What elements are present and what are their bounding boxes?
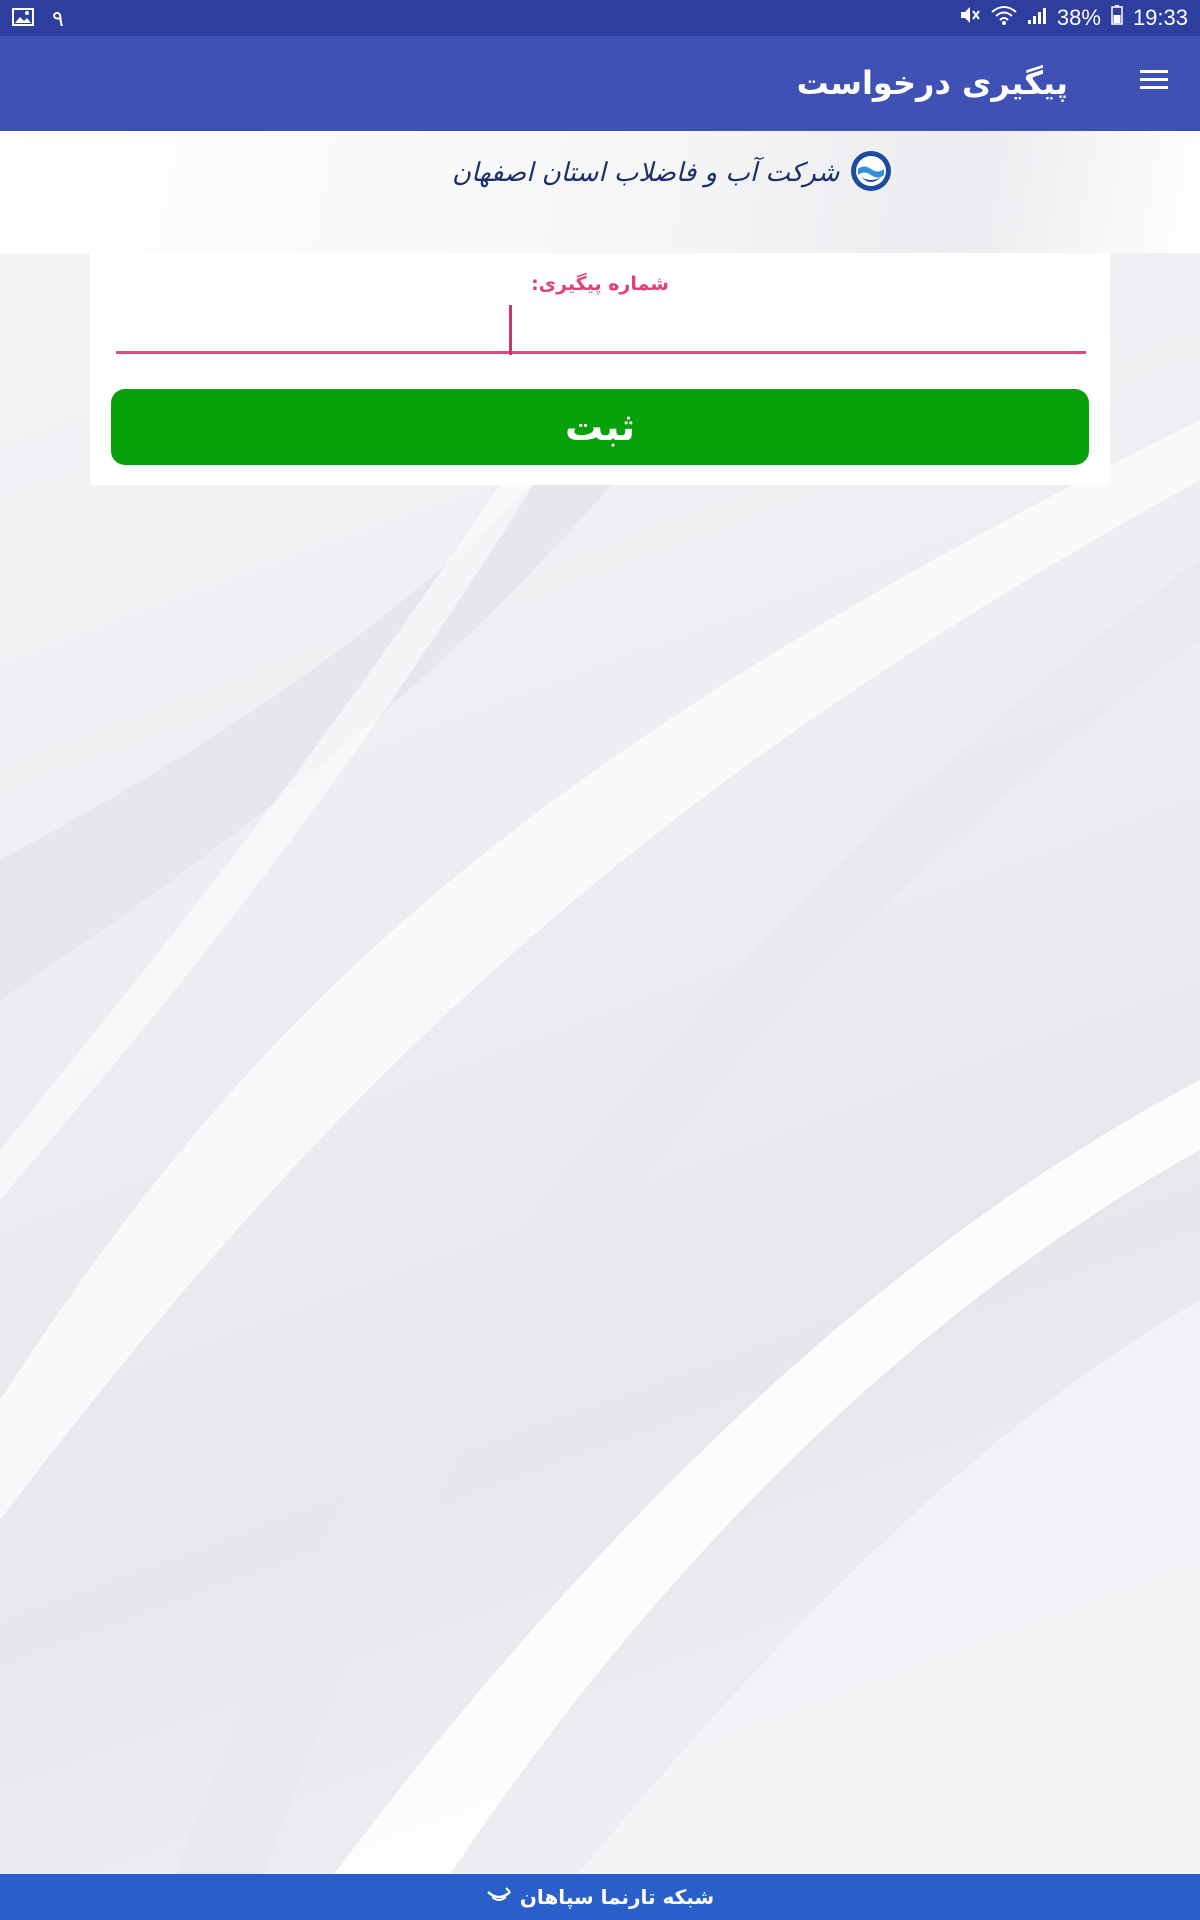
- signal-icon: [1027, 5, 1047, 31]
- company-logo: شرکت آب و فاضلاب استان اصفهان: [452, 149, 893, 197]
- tarnama-logo-icon: [486, 1885, 512, 1909]
- page-title: پیگیری درخواست: [796, 64, 1068, 102]
- tracking-form: شماره پیگیری: ثبت: [90, 253, 1110, 485]
- tracking-number-label: شماره پیگیری:: [531, 273, 669, 295]
- battery-icon: [1111, 5, 1123, 31]
- notification-count: ۹: [52, 6, 64, 31]
- company-name: شرکت آب و فاضلاب استان اصفهان: [452, 158, 840, 188]
- water-company-logo-icon: [849, 149, 893, 197]
- status-right: 38% 19:33: [959, 5, 1188, 31]
- footer: شبکه تارنما سپاهان: [0, 1874, 1200, 1920]
- app-bar: پیگیری درخواست: [0, 36, 1200, 131]
- submit-button[interactable]: ثبت: [111, 389, 1089, 465]
- footer-text: شبکه تارنما سپاهان: [519, 1885, 715, 1909]
- status-left: ۹: [12, 6, 64, 32]
- clock: 19:33: [1132, 5, 1188, 30]
- battery-percent: 38%: [1056, 5, 1101, 30]
- logo-band: شرکت آب و فاضلاب استان اصفهان: [0, 131, 1200, 253]
- text-caret: [509, 305, 512, 355]
- mute-icon: [959, 5, 981, 31]
- wifi-icon: [991, 5, 1017, 31]
- status-bar: ۹ 38% 19:33: [0, 0, 1200, 36]
- tracking-number-input[interactable]: [116, 305, 1086, 354]
- hamburger-menu-icon[interactable]: [1136, 64, 1172, 100]
- image-notification-icon: [12, 6, 34, 32]
